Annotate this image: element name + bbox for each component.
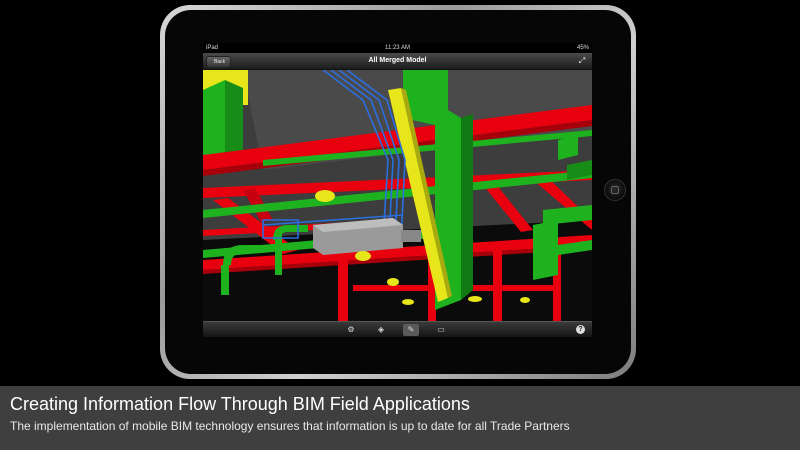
view-tool-icon[interactable]: ◈ [373,324,389,336]
back-button[interactable]: Back [206,56,232,68]
yellow-fitting [387,278,399,286]
markup-tool-icon[interactable]: ✎ [403,324,419,336]
nav-bar: All Merged Model Back ⤢ [203,53,592,70]
caption-title: Creating Information Flow Through BIM Fi… [10,394,470,414]
page-title: All Merged Model [368,57,427,64]
home-button[interactable] [604,179,626,201]
caption-band: Creating Information Flow Through BIM Fi… [0,386,800,450]
measure-tool-icon[interactable]: ▭ [433,324,449,336]
clock-label: 11:23 AM [385,45,410,51]
mechanical-unit [401,230,421,242]
expand-icon[interactable]: ⤢ [576,55,588,67]
bim-model-viewport[interactable] [203,70,592,321]
green-pipe [275,230,282,275]
red-column [338,260,348,321]
yellow-fitting [520,297,530,303]
yellow-fitting [468,296,482,302]
yellow-fitting [355,251,371,261]
green-riser [461,114,473,300]
orbit-tool-icon[interactable]: ⚙ [343,324,359,336]
battery-label: 45% [576,45,589,51]
status-bar: iPad 11:23 AM 45% [203,43,592,53]
green-pipe [221,265,229,295]
green-duct [533,220,558,280]
help-icon[interactable]: ? [576,325,585,334]
bottom-toolbar: ⚙ ◈ ✎ ▭ ? [203,321,592,337]
yellow-fitting [315,190,335,202]
yellow-fitting [402,299,414,305]
ipad-screen: iPad 11:23 AM 45% All Merged Model Back … [203,43,592,337]
caption-subtitle: The implementation of mobile BIM technol… [10,419,570,433]
